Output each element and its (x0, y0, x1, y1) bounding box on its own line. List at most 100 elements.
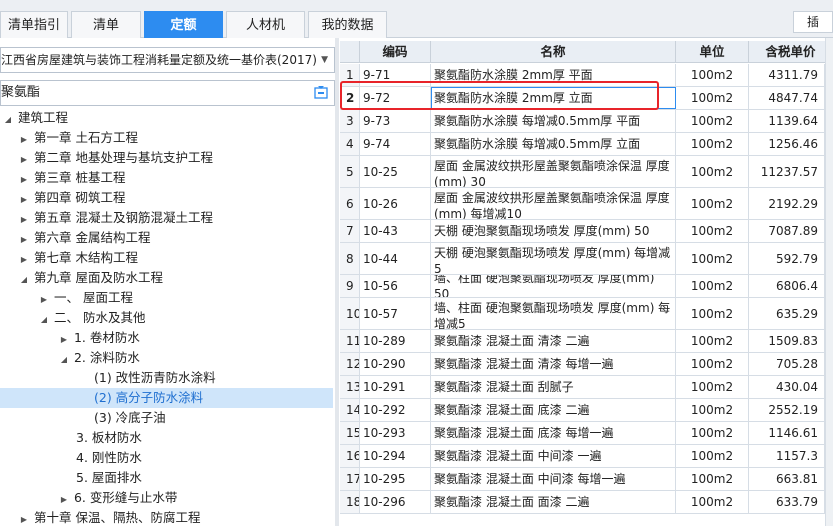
cell-name[interactable]: 聚氨酯漆 混凝土面 面漆 二遍 (431, 491, 676, 513)
cell-price[interactable]: 663.81 (749, 468, 825, 490)
row-index[interactable]: 12 (340, 353, 360, 375)
cell-name[interactable]: 聚氨酯防水涂膜 每增减0.5mm厚 平面 (431, 110, 676, 132)
tree-node[interactable]: (3) 冷底子油 (0, 408, 333, 428)
cell-price[interactable]: 635.29 (749, 298, 825, 329)
table-row[interactable]: 14 10-292 聚氨酯漆 混凝土面 底漆 二遍 100m2 2552.19 (340, 399, 833, 422)
row-index[interactable]: 4 (340, 133, 360, 155)
table-row[interactable]: 6 10-26 屋面 金属波纹拱形屋盖聚氨酯喷涂保温 厚度(mm) 每增减10 100… (340, 188, 833, 220)
cell-name[interactable]: 聚氨酯漆 混凝土面 中间漆 每增一遍 (431, 468, 676, 490)
table-row[interactable]: 7 10-43 天棚 硬泡聚氨酯现场喷发 厚度(mm) 50 100m2 7087.89 (340, 220, 833, 243)
cell-unit[interactable]: 100m2 (676, 64, 749, 86)
cell-unit[interactable]: 100m2 (676, 156, 749, 187)
collapsed-triangle-icon[interactable]: ▶ (18, 510, 30, 526)
search-input[interactable]: 聚氨酯 (0, 80, 335, 106)
tab-quota[interactable]: 定额 (144, 11, 223, 38)
cell-name[interactable]: 天棚 硬泡聚氨酯现场喷发 厚度(mm) 每增减5 (431, 243, 676, 274)
cell-name[interactable]: 墙、柱面 硬泡聚氨酯现场喷发 厚度(mm) 每增减5 (431, 298, 676, 329)
cell-unit[interactable]: 100m2 (676, 220, 749, 242)
tab-materials[interactable]: 人材机 (226, 11, 305, 38)
row-index[interactable]: 6 (340, 188, 360, 219)
tree-node[interactable]: ▶ 第五章 混凝土及钢筋混凝土工程 (0, 208, 333, 228)
tree-node[interactable]: ▶ 第一章 土石方工程 (0, 128, 333, 148)
header-unit[interactable]: 单位 (676, 41, 749, 63)
insert-button[interactable]: 插 (793, 11, 833, 33)
cell-name[interactable]: 墙、柱面 硬泡聚氨酯现场喷发 厚度(mm) 50 (431, 275, 676, 297)
cell-unit[interactable]: 100m2 (676, 87, 749, 109)
cell-code[interactable]: 10-43 (360, 220, 431, 242)
collapsed-triangle-icon[interactable]: ▶ (18, 190, 30, 210)
collapsed-triangle-icon[interactable]: ▶ (58, 330, 70, 350)
cell-price[interactable]: 592.79 (749, 243, 825, 274)
header-price[interactable]: 含税单价 (749, 41, 833, 63)
cell-code[interactable]: 10-26 (360, 188, 431, 219)
cell-price[interactable]: 4311.79 (749, 64, 825, 86)
cell-unit[interactable]: 100m2 (676, 188, 749, 219)
cell-code[interactable]: 10-56 (360, 275, 431, 297)
cell-name[interactable]: 聚氨酯防水涂膜 每增减0.5mm厚 立面 (431, 133, 676, 155)
tree-node[interactable]: 5. 屋面排水 (0, 468, 333, 488)
tree-node[interactable]: 3. 板材防水 (0, 428, 333, 448)
tree-node[interactable]: ▶ 第六章 金属结构工程 (0, 228, 333, 248)
table-row[interactable]: 15 10-293 聚氨酯漆 混凝土面 底漆 每增一遍 100m2 1146.61 (340, 422, 833, 445)
tab-my-data[interactable]: 我的数据 (308, 11, 387, 38)
cell-code[interactable]: 10-292 (360, 399, 431, 421)
row-index[interactable]: 3 (340, 110, 360, 132)
cell-code[interactable]: 10-293 (360, 422, 431, 444)
cell-price[interactable]: 633.79 (749, 491, 825, 513)
cell-code[interactable]: 10-57 (360, 298, 431, 329)
cell-unit[interactable]: 100m2 (676, 330, 749, 352)
collapsed-triangle-icon[interactable]: ▶ (18, 150, 30, 170)
cell-name[interactable]: 聚氨酯漆 混凝土面 清漆 每增一遍 (431, 353, 676, 375)
cell-name[interactable]: 聚氨酯漆 混凝土面 刮腻子 (431, 376, 676, 398)
row-index[interactable]: 5 (340, 156, 360, 187)
left-scrollbar[interactable] (335, 38, 339, 526)
tree-node[interactable]: ▶ 第七章 木结构工程 (0, 248, 333, 268)
cell-name[interactable]: 屋面 金属波纹拱形屋盖聚氨酯喷涂保温 厚度(mm) 每增减10 (431, 188, 676, 219)
cell-unit[interactable]: 100m2 (676, 133, 749, 155)
table-row[interactable]: 13 10-291 聚氨酯漆 混凝土面 刮腻子 100m2 430.04 (340, 376, 833, 399)
cell-unit[interactable]: 100m2 (676, 399, 749, 421)
row-index[interactable]: 8 (340, 243, 360, 274)
cell-unit[interactable]: 100m2 (676, 275, 749, 297)
row-index[interactable]: 13 (340, 376, 360, 398)
table-row[interactable]: 9 10-56 墙、柱面 硬泡聚氨酯现场喷发 厚度(mm) 50 100m2 6806.… (340, 275, 833, 298)
cell-code[interactable]: 10-296 (360, 491, 431, 513)
tree-node[interactable]: ▶ 第二章 地基处理与基坑支护工程 (0, 148, 333, 168)
tree-node[interactable]: ◢ 二、 防水及其他 (0, 308, 333, 328)
collapsed-triangle-icon[interactable]: ▶ (58, 490, 70, 510)
expanded-triangle-icon[interactable]: ◢ (18, 270, 30, 290)
cell-unit[interactable]: 100m2 (676, 491, 749, 513)
cell-code[interactable]: 10-25 (360, 156, 431, 187)
cell-code[interactable]: 10-290 (360, 353, 431, 375)
cell-price[interactable]: 2192.29 (749, 188, 825, 219)
tree-node[interactable]: (1) 改性沥青防水涂料 (0, 368, 333, 388)
cell-unit[interactable]: 100m2 (676, 110, 749, 132)
row-index[interactable]: 16 (340, 445, 360, 467)
cell-code[interactable]: 10-294 (360, 445, 431, 467)
cell-name[interactable]: 天棚 硬泡聚氨酯现场喷发 厚度(mm) 50 (431, 220, 676, 242)
table-row[interactable]: 18 10-296 聚氨酯漆 混凝土面 面漆 二遍 100m2 633.79 (340, 491, 833, 514)
cell-unit[interactable]: 100m2 (676, 243, 749, 274)
expanded-triangle-icon[interactable]: ◢ (38, 310, 50, 330)
expanded-triangle-icon[interactable]: ◢ (58, 350, 70, 370)
cell-name[interactable]: 聚氨酯漆 混凝土面 底漆 二遍 (431, 399, 676, 421)
tree-node[interactable]: ▶ 第三章 桩基工程 (0, 168, 333, 188)
expanded-triangle-icon[interactable]: ◢ (2, 110, 14, 130)
row-index[interactable]: 11 (340, 330, 360, 352)
row-index[interactable]: 18 (340, 491, 360, 513)
grid-scrollbar[interactable] (825, 38, 833, 526)
cell-unit[interactable]: 100m2 (676, 422, 749, 444)
tab-list[interactable]: 清单 (71, 11, 141, 38)
library-select[interactable]: 江西省房屋建筑与装饰工程消耗量定额及统一基价表(2017) ▼ (0, 47, 335, 73)
cell-name[interactable]: 聚氨酯漆 混凝土面 底漆 每增一遍 (431, 422, 676, 444)
table-row[interactable]: 5 10-25 屋面 金属波纹拱形屋盖聚氨酯喷涂保温 厚度(mm) 30 100m2 1… (340, 156, 833, 188)
cell-code[interactable]: 10-44 (360, 243, 431, 274)
cell-unit[interactable]: 100m2 (676, 298, 749, 329)
header-code[interactable]: 编码 (360, 41, 431, 63)
cell-name[interactable]: 聚氨酯漆 混凝土面 中间漆 一遍 (431, 445, 676, 467)
table-row[interactable]: 17 10-295 聚氨酯漆 混凝土面 中间漆 每增一遍 100m2 663.81 (340, 468, 833, 491)
tree-node[interactable]: ▶ 1. 卷材防水 (0, 328, 333, 348)
cell-unit[interactable]: 100m2 (676, 353, 749, 375)
table-row[interactable]: 10 10-57 墙、柱面 硬泡聚氨酯现场喷发 厚度(mm) 每增减5 100m2 63… (340, 298, 833, 330)
cell-price[interactable]: 1146.61 (749, 422, 825, 444)
